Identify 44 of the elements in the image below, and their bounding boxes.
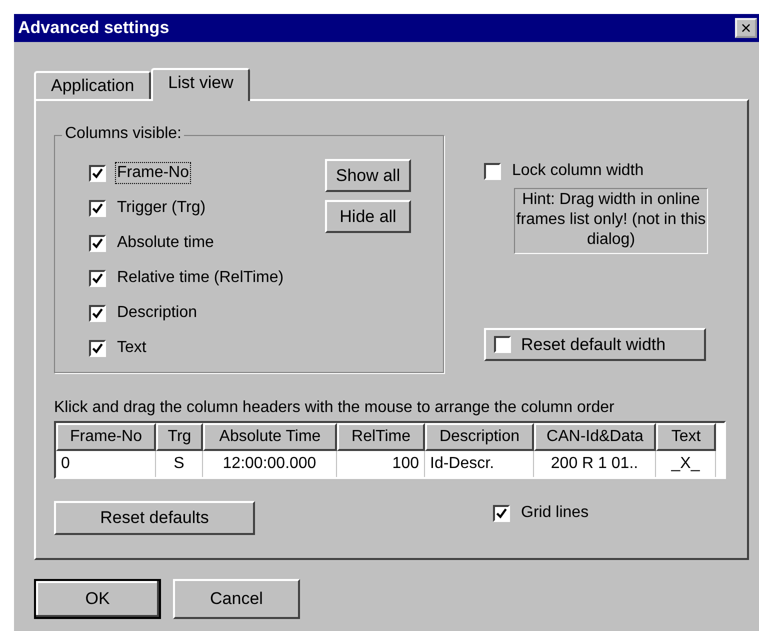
checkbox[interactable] (89, 340, 106, 356)
column-header[interactable]: RelTime (337, 423, 425, 451)
push-button[interactable]: Hide all (325, 200, 411, 233)
column-header[interactable]: Absolute Time (203, 423, 337, 451)
table-cell: 0 (56, 451, 156, 477)
checkbox[interactable] (89, 234, 106, 252)
table-cell: S (156, 451, 203, 477)
column-header[interactable]: Trg (156, 423, 203, 451)
checkbox-label[interactable]: Description (115, 302, 200, 324)
push-button[interactable]: Show all (325, 159, 411, 192)
instruction-text: Klick and drag the column headers with the mouse to arrange the column order (54, 399, 616, 417)
checkbox[interactable] (89, 200, 106, 216)
checkbox[interactable] (493, 504, 510, 522)
dialog-button[interactable]: Cancel (173, 579, 300, 619)
table-cell: 100 (337, 451, 425, 477)
toggle-button[interactable]: Reset default width (484, 328, 706, 361)
tab[interactable]: Application (34, 71, 152, 99)
hint-text: Hint: Drag width in online frames list only! (not in this dialog) (514, 188, 708, 254)
checkbox[interactable] (89, 304, 106, 322)
dialog-button[interactable]: OK (34, 579, 161, 619)
reset-defaults-button[interactable]: Reset defaults (54, 501, 255, 535)
checkbox-label[interactable]: Absolute time (115, 232, 216, 254)
table-cell: 200 R 1 01.. (534, 451, 656, 477)
table-cell: _X_ (656, 451, 716, 477)
table-cell: 12:00:00.000 (203, 451, 337, 477)
checkbox-label[interactable]: Lock column width (510, 160, 646, 182)
column-header[interactable]: Text (656, 423, 716, 451)
checkbox[interactable] (494, 336, 511, 353)
column-header[interactable]: Frame-No (56, 423, 156, 451)
checkbox[interactable] (484, 162, 501, 180)
checkbox-label[interactable]: Grid lines (519, 502, 591, 524)
checkbox[interactable] (89, 164, 106, 182)
column-header[interactable]: Description (425, 423, 534, 451)
close-button[interactable]: × (735, 18, 757, 38)
checkbox-label[interactable]: Text (115, 337, 148, 359)
checkbox[interactable] (89, 270, 106, 286)
checkbox-label[interactable]: Trigger (Trg) (115, 197, 208, 219)
checkbox-label[interactable]: Relative time (RelTime) (115, 267, 286, 289)
button-label: Reset default width (521, 334, 666, 354)
window-title: Advanced settings (18, 18, 170, 38)
column-header[interactable]: CAN-Id&Data (534, 423, 656, 451)
checkbox-label[interactable]: Frame-No (115, 162, 192, 184)
table-cell: Id-Descr. (425, 451, 534, 477)
tab[interactable]: List view (151, 68, 250, 101)
